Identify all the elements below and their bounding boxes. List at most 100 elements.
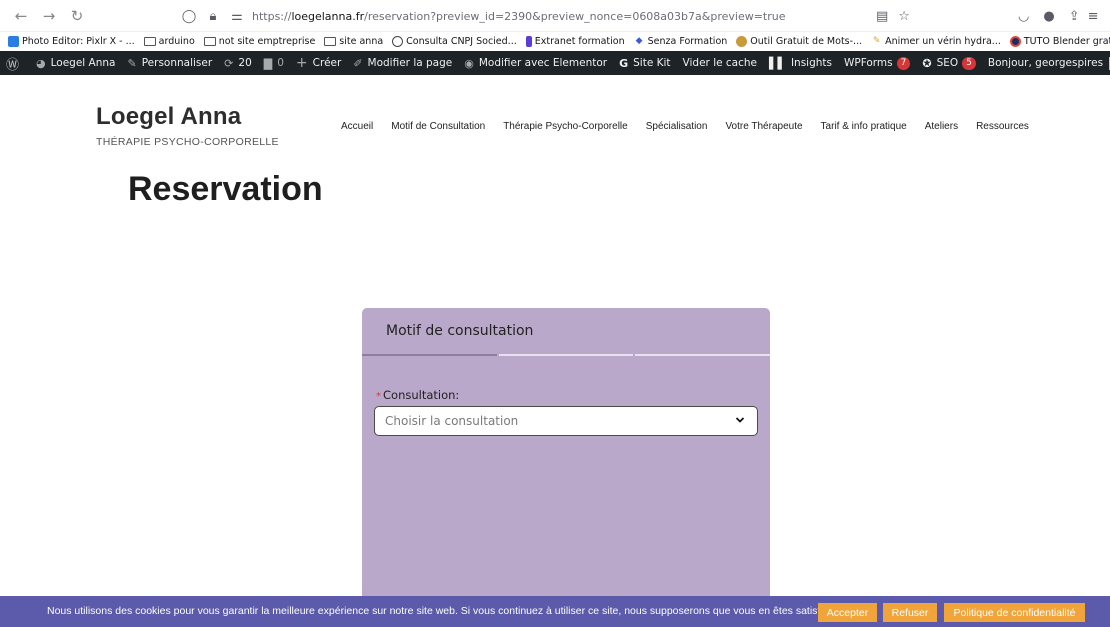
main-nav: Accueil Motif de Consultation Thérapie Psy…: [341, 121, 1047, 132]
admin-customize[interactable]: ✎ Personnaliser: [127, 57, 212, 70]
bookmark-label: Consulta CNPJ Socied...: [406, 36, 517, 47]
wordpress-logo-icon[interactable]: Ⓦ: [6, 54, 24, 73]
admin-comments[interactable]: ▇ 0: [264, 57, 284, 70]
brush-icon: ✎: [127, 56, 137, 70]
nav-link[interactable]: Ateliers: [925, 121, 958, 132]
back-icon[interactable]: ←: [10, 5, 32, 27]
folder-icon: [203, 37, 216, 46]
admin-sitekit[interactable]: G Site Kit: [619, 57, 670, 70]
chevron-down-icon: [735, 417, 745, 423]
bookmark-label: site anna: [339, 36, 384, 47]
bookmark-item[interactable]: Photo Editor: Pixlr X - ...: [8, 36, 135, 47]
bookmark-label: arduino: [158, 36, 195, 47]
bookmark-label: Extranet formation: [534, 36, 625, 47]
site-title[interactable]: Loegel Anna: [96, 103, 241, 131]
bookmark-item[interactable]: arduino: [143, 36, 195, 47]
bookmark-item[interactable]: Outil Gratuit de Mots-...: [736, 36, 862, 47]
pocket-icon[interactable]: ◡: [1018, 9, 1029, 24]
nav-link[interactable]: Accueil: [341, 121, 373, 132]
admin-seo[interactable]: ✪ SEO 5: [922, 56, 976, 70]
accept-button[interactable]: Accepter: [818, 603, 877, 622]
wp-admin-bar: Ⓦ ◕ Loegel Anna ✎ Personnaliser ⟳ 20 ▇ 0 + Cr…: [0, 51, 1110, 75]
admin-updates[interactable]: ⟳ 20: [224, 57, 252, 70]
outil-icon: [736, 36, 748, 47]
admin-site-name[interactable]: ◕ Loegel Anna: [36, 57, 115, 70]
verin-icon: ✎: [872, 36, 881, 46]
menu-icon[interactable]: ≡: [1088, 9, 1099, 24]
bookmark-label: not site emptreprise: [218, 36, 316, 47]
admin-account[interactable]: Bonjour, georgespires: [988, 56, 1110, 70]
share-icon[interactable]: ⇪: [1069, 9, 1080, 24]
nav-link[interactable]: Tarif & info pratique: [821, 121, 907, 132]
bookmark-item[interactable]: ◆ Senza Formation: [634, 36, 728, 47]
browser-toolbar: ← → ↻ ◯ 🔒︎ ⚌ https://loegelanna.fr/reser…: [0, 0, 1110, 32]
bookmark-item[interactable]: TUTO Blender gratuit, ...: [1009, 36, 1110, 47]
nav-link[interactable]: Ressources: [976, 121, 1029, 132]
nav-link[interactable]: Motif de Consultation: [391, 121, 485, 132]
admin-elementor[interactable]: ◉ Modifier avec Elementor: [464, 57, 607, 70]
admin-new[interactable]: + Créer: [296, 55, 341, 71]
admin-wpforms[interactable]: WPForms 7: [844, 56, 911, 70]
admin-clear-cache[interactable]: Vider le cache: [683, 57, 757, 69]
lock-icon[interactable]: 🔒︎: [204, 9, 222, 24]
bookmarks-bar: Photo Editor: Pixlr X - ... arduino not si…: [0, 32, 1110, 51]
dashboard-icon: ◕: [36, 56, 46, 70]
url-text[interactable]: https://loegelanna.fr/reservation?previe…: [252, 10, 786, 23]
step-segment: [499, 354, 633, 356]
nav-link[interactable]: Spécialisation: [646, 121, 708, 132]
step-segment: [635, 354, 770, 356]
plus-icon: +: [295, 55, 308, 71]
bookmark-item[interactable]: site anna: [324, 36, 383, 47]
seo-icon: ✪: [922, 56, 932, 70]
bookmark-label: Senza Formation: [647, 36, 728, 47]
seo-badge: 5: [962, 56, 976, 70]
privacy-policy-button[interactable]: Politique de confidentialité: [944, 603, 1085, 622]
step-progress: [362, 354, 770, 356]
step-title: Motif de consultation: [386, 323, 534, 339]
senza-icon: ◆: [635, 36, 643, 46]
page-title: Reservation: [128, 170, 323, 208]
bookmark-item[interactable]: ✎ Animer un vérin hydra...: [871, 36, 1001, 47]
folder-icon: [324, 37, 337, 46]
shield-icon[interactable]: ◯: [180, 9, 198, 24]
nav-link[interactable]: Votre Thérapeute: [725, 121, 802, 132]
nav-link[interactable]: Thérapie Psycho-Corporelle: [503, 121, 628, 132]
bookmark-item[interactable]: Extranet formation: [525, 36, 625, 47]
step-segment-active: [362, 354, 497, 356]
elementor-icon: ◉: [464, 56, 474, 70]
bookmark-item[interactable]: not site emptreprise: [203, 36, 316, 47]
reload-icon[interactable]: ↻: [66, 5, 88, 27]
required-mark: *: [376, 391, 381, 402]
wpforms-badge: 7: [896, 56, 911, 70]
bookmark-label: Animer un vérin hydra...: [885, 36, 1001, 47]
reservation-form: Motif de consultation * Consultation: Cho…: [362, 308, 770, 608]
admin-edit-page[interactable]: ✐ Modifier la page: [353, 57, 452, 70]
extranet-icon: [525, 36, 532, 47]
reader-view-icon[interactable]: ▤: [876, 9, 888, 24]
cookie-text: Nous utilisons des cookies pour vous gar…: [47, 605, 835, 617]
consultation-select[interactable]: Choisir la consultation: [374, 406, 758, 436]
permissions-icon[interactable]: ⚌: [228, 9, 246, 24]
bar-chart-icon: ▌▌: [769, 56, 786, 70]
select-placeholder: Choisir la consultation: [385, 414, 519, 428]
admin-insights[interactable]: ▌▌ Insights: [769, 57, 832, 70]
extension-icon[interactable]: ●: [1043, 9, 1054, 24]
pencil-icon: ✐: [353, 56, 363, 70]
bookmark-label: TUTO Blender gratuit, ...: [1023, 36, 1110, 47]
site-tagline: THÉRAPIE PSYCHO-CORPORELLE: [96, 136, 279, 148]
updates-icon: ⟳: [224, 56, 234, 70]
forward-icon[interactable]: →: [38, 5, 60, 27]
bookmark-label: Outil Gratuit de Mots-...: [750, 36, 863, 47]
google-icon: G: [619, 56, 629, 70]
pixlr-icon: [8, 36, 19, 47]
cookie-banner: Nous utilisons des cookies pour vous gar…: [0, 596, 1110, 627]
folder-icon: [143, 37, 156, 46]
bookmark-item[interactable]: Consulta CNPJ Socied...: [392, 36, 517, 47]
consultation-label: * Consultation:: [376, 388, 460, 402]
site-header: Loegel Anna THÉRAPIE PSYCHO-CORPORELLE A…: [0, 99, 1110, 159]
globe-icon: [392, 36, 404, 47]
comment-icon: ▇: [263, 56, 273, 70]
refuse-button[interactable]: Refuser: [883, 603, 937, 622]
bookmark-star-icon[interactable]: ☆: [898, 9, 910, 24]
url-bar[interactable]: ◯ 🔒︎ ⚌ https://loegelanna.fr/reservation…: [180, 5, 786, 27]
